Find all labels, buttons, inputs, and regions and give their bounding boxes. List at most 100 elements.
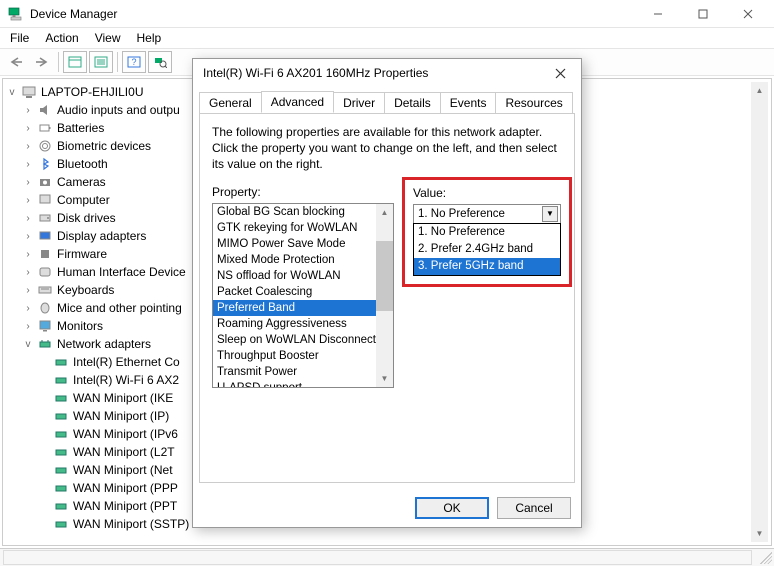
value-option[interactable]: 1. No Preference — [414, 224, 560, 241]
tab-events[interactable]: Events — [440, 92, 497, 114]
property-item[interactable]: Roaming Aggressiveness — [213, 316, 376, 332]
property-item[interactable]: MIMO Power Save Mode — [213, 236, 376, 252]
dialog-close-button[interactable] — [545, 61, 575, 85]
dialog-title: Intel(R) Wi-Fi 6 AX201 160MHz Properties — [203, 66, 545, 80]
value-option-selected[interactable]: 3. Prefer 5GHz band — [414, 258, 560, 275]
dialog-titlebar[interactable]: Intel(R) Wi-Fi 6 AX201 160MHz Properties — [193, 59, 581, 87]
nic-icon — [53, 516, 69, 532]
property-item[interactable]: Transmit Power — [213, 364, 376, 380]
expand-icon[interactable]: › — [21, 267, 35, 278]
collapse-icon[interactable]: v — [5, 87, 19, 98]
monitor-icon — [37, 318, 53, 334]
minimize-button[interactable] — [635, 0, 680, 28]
nic-icon — [53, 462, 69, 478]
property-item[interactable]: Global BG Scan blocking — [213, 204, 376, 220]
expand-icon[interactable]: › — [21, 159, 35, 170]
display-icon — [37, 228, 53, 244]
scroll-up-icon[interactable]: ▲ — [751, 82, 768, 99]
tab-resources[interactable]: Resources — [495, 92, 572, 114]
statusbar — [0, 548, 774, 566]
expand-icon[interactable]: › — [21, 303, 35, 314]
value-label: Value: — [413, 186, 561, 200]
nic-icon — [53, 408, 69, 424]
mouse-icon — [37, 300, 53, 316]
maximize-button[interactable] — [680, 0, 725, 28]
expand-icon[interactable]: › — [21, 231, 35, 242]
nic-icon — [53, 480, 69, 496]
tree-scrollbar[interactable]: ▲ ▼ — [751, 82, 768, 542]
scroll-up-icon[interactable]: ▲ — [376, 204, 393, 221]
menu-file[interactable]: File — [4, 29, 35, 47]
property-item[interactable]: Sleep on WoWLAN Disconnect — [213, 332, 376, 348]
scroll-down-icon[interactable]: ▼ — [376, 370, 393, 387]
property-item[interactable]: GTK rekeying for WoWLAN — [213, 220, 376, 236]
expand-icon[interactable]: › — [21, 105, 35, 116]
property-item[interactable]: Mixed Mode Protection — [213, 252, 376, 268]
forward-button[interactable] — [30, 51, 54, 73]
scroll-down-icon[interactable]: ▼ — [751, 525, 768, 542]
expand-icon[interactable]: › — [21, 285, 35, 296]
back-button[interactable] — [4, 51, 28, 73]
tab-general[interactable]: General — [199, 92, 262, 114]
toolbar-help-icon[interactable]: ? — [122, 51, 146, 73]
panel-description: The following properties are available f… — [212, 124, 562, 173]
collapse-icon[interactable]: v — [21, 339, 35, 350]
tab-panel-advanced: The following properties are available f… — [199, 113, 575, 483]
value-combobox[interactable]: 1. No Preference ▼ — [413, 204, 561, 224]
dialog-button-row: OK Cancel — [193, 489, 581, 527]
fingerprint-icon — [37, 138, 53, 154]
tab-details[interactable]: Details — [384, 92, 441, 114]
tab-driver[interactable]: Driver — [333, 92, 385, 114]
value-option[interactable]: 2. Prefer 2.4GHz band — [414, 241, 560, 258]
menu-help[interactable]: Help — [131, 29, 168, 47]
bluetooth-icon — [37, 156, 53, 172]
property-listbox[interactable]: Global BG Scan blocking GTK rekeying for… — [212, 203, 394, 388]
menu-view[interactable]: View — [89, 29, 127, 47]
expand-icon[interactable]: › — [21, 249, 35, 260]
disk-icon — [37, 210, 53, 226]
value-selected: 1. No Preference — [418, 208, 542, 220]
battery-icon — [37, 120, 53, 136]
toolbar-view-icon[interactable] — [63, 51, 87, 73]
window-titlebar: Device Manager — [0, 0, 774, 28]
expand-icon[interactable]: › — [21, 123, 35, 134]
property-item[interactable]: NS offload for WoWLAN — [213, 268, 376, 284]
expand-icon[interactable]: › — [21, 321, 35, 332]
window-title: Device Manager — [30, 7, 635, 21]
nic-icon — [53, 354, 69, 370]
expand-icon[interactable]: › — [21, 141, 35, 152]
keyboard-icon — [37, 282, 53, 298]
chip-icon — [37, 246, 53, 262]
toolbar-scan-icon[interactable] — [148, 51, 172, 73]
menu-action[interactable]: Action — [39, 29, 84, 47]
property-item[interactable]: U-APSD support — [213, 380, 376, 388]
listbox-scrollbar[interactable]: ▲ ▼ — [376, 204, 393, 387]
expand-icon[interactable]: › — [21, 177, 35, 188]
hid-icon — [37, 264, 53, 280]
network-icon — [37, 336, 53, 352]
svg-text:?: ? — [131, 57, 136, 67]
camera-icon — [37, 174, 53, 190]
nic-icon — [53, 498, 69, 514]
nic-icon — [53, 390, 69, 406]
property-item-selected[interactable]: Preferred Band — [213, 300, 376, 316]
cancel-button[interactable]: Cancel — [497, 497, 571, 519]
expand-icon[interactable]: › — [21, 213, 35, 224]
nic-icon — [53, 444, 69, 460]
resize-grip-icon[interactable] — [760, 552, 772, 564]
toolbar-detail-icon[interactable] — [89, 51, 113, 73]
expand-icon[interactable]: › — [21, 195, 35, 206]
dropdown-arrow-icon[interactable]: ▼ — [542, 206, 558, 222]
value-dropdown[interactable]: 1. No Preference 2. Prefer 2.4GHz band 3… — [413, 223, 561, 276]
speaker-icon — [37, 102, 53, 118]
property-item[interactable]: Packet Coalescing — [213, 284, 376, 300]
nic-icon — [53, 426, 69, 442]
property-item[interactable]: Throughput Booster — [213, 348, 376, 364]
close-button[interactable] — [725, 0, 770, 28]
tab-advanced[interactable]: Advanced — [261, 91, 334, 113]
ok-button[interactable]: OK — [415, 497, 489, 519]
menubar: File Action View Help — [0, 28, 774, 48]
properties-dialog: Intel(R) Wi-Fi 6 AX201 160MHz Properties… — [192, 58, 582, 528]
scrollbar-thumb[interactable] — [376, 241, 393, 311]
pc-icon — [37, 192, 53, 208]
